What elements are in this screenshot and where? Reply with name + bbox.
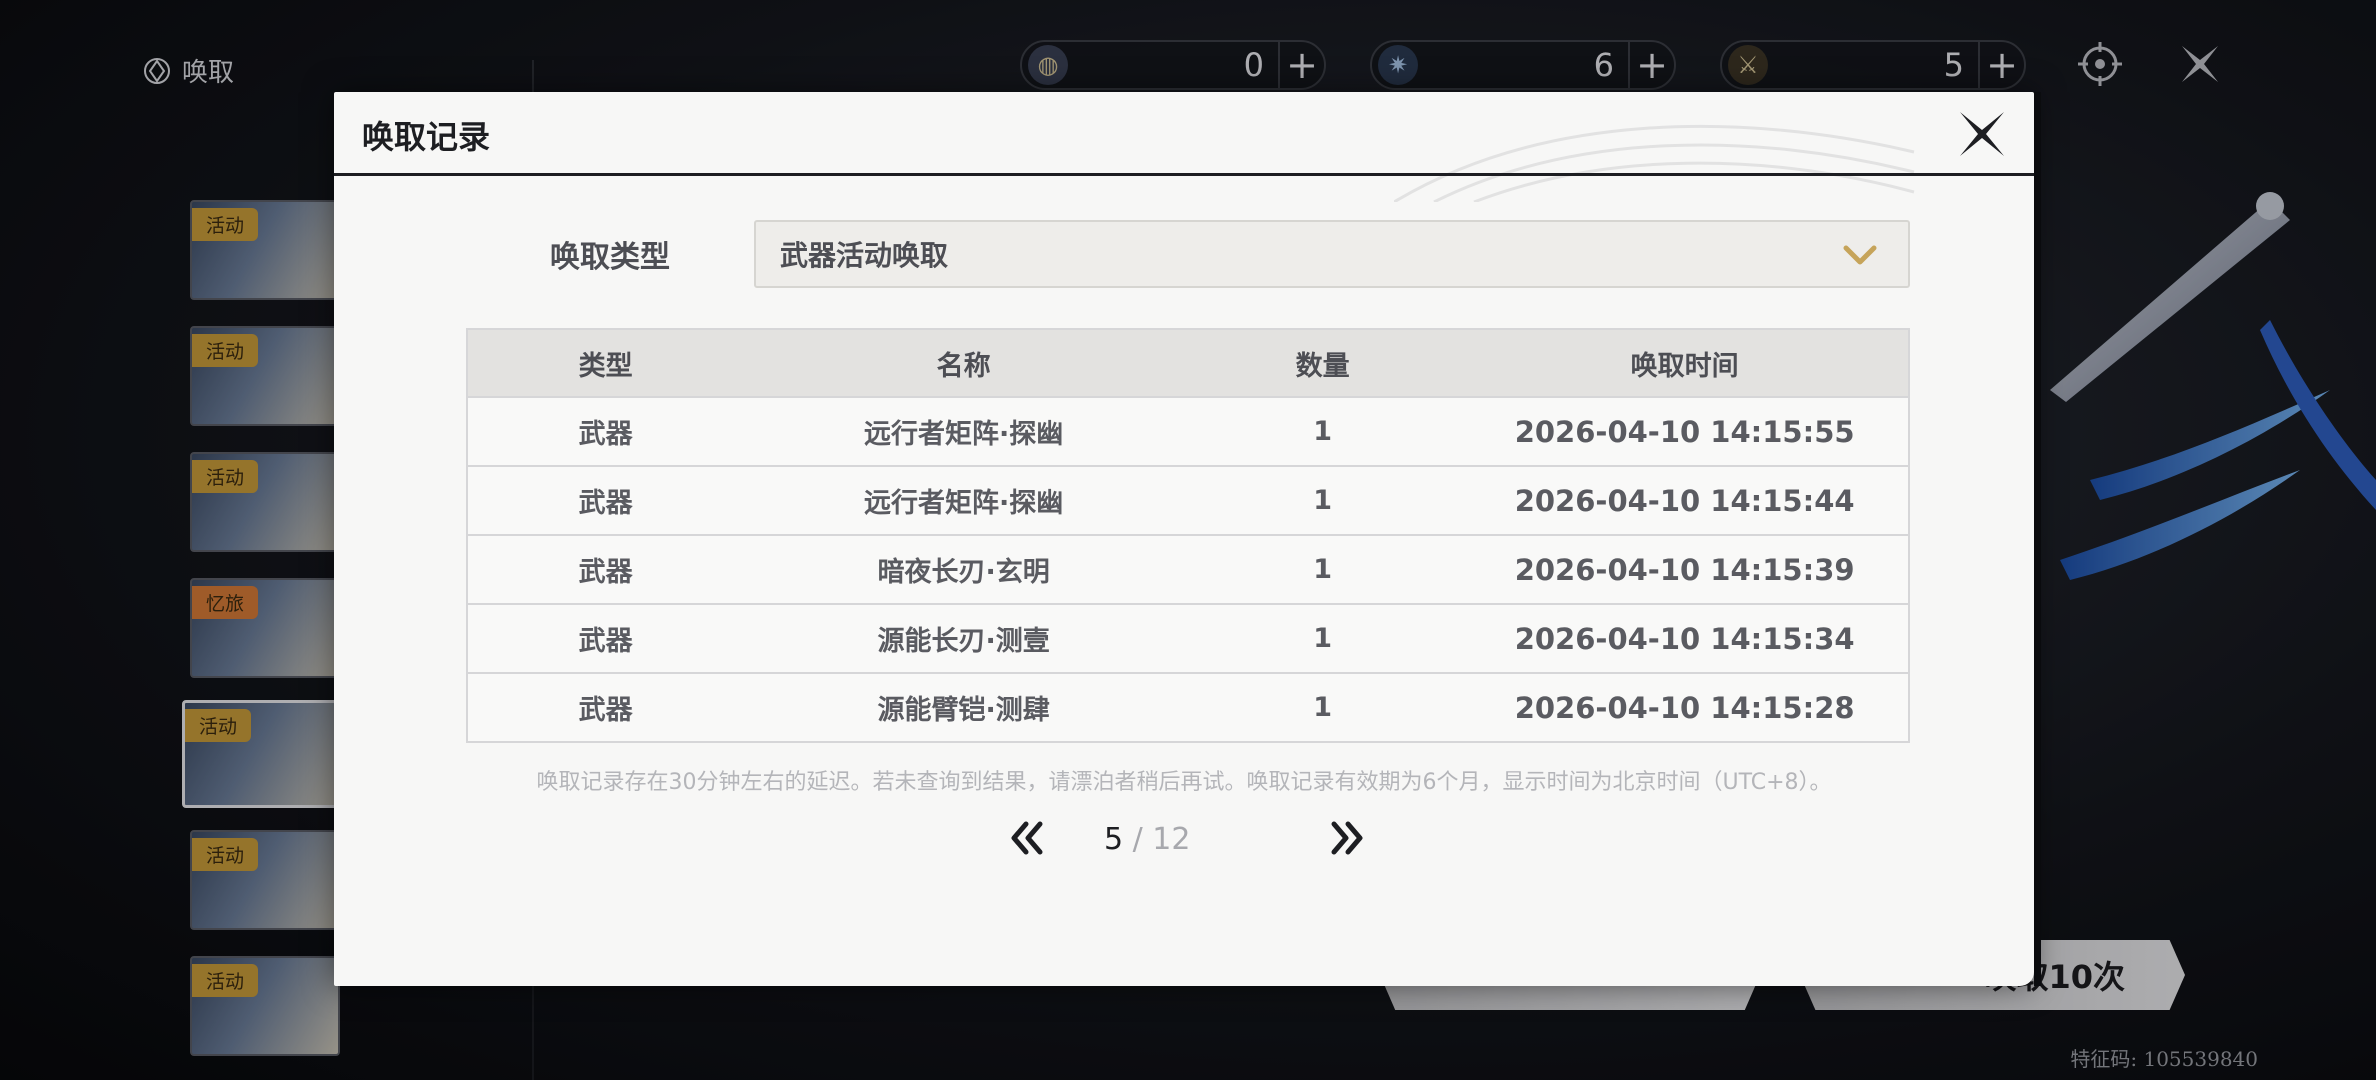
table-header: 类型 名称 数量 唤取时间 <box>468 330 1908 396</box>
convene-type-value: 武器活动唤取 <box>780 239 949 272</box>
close-button[interactable] <box>1954 106 2010 162</box>
cell-name: 远行者矩阵·探幽 <box>863 419 1064 450</box>
cell-type: 武器 <box>578 419 633 450</box>
pagination: 5 / 12 <box>334 814 2034 864</box>
cell-name: 远行者矩阵·探幽 <box>863 488 1064 519</box>
cell-name: 暗夜长刃·玄明 <box>877 557 1050 588</box>
current-page: 5 <box>1104 822 1124 857</box>
table-row: 武器 源能臂铠·测肆 1 2026-04-10 14:15:28 <box>468 672 1908 741</box>
cell-time: 2026-04-10 14:15:34 <box>1514 621 1855 656</box>
table-row: 武器 源能长刃·测壹 1 2026-04-10 14:15:34 <box>468 603 1908 672</box>
double-chevron-left-icon <box>1011 821 1043 855</box>
convene-type-label: 唤取类型 <box>550 240 670 275</box>
cell-quantity: 1 <box>1313 692 1333 723</box>
cell-time: 2026-04-10 14:15:55 <box>1514 414 1855 449</box>
next-page-button[interactable] <box>1324 818 1368 858</box>
cell-time: 2026-04-10 14:15:28 <box>1514 690 1855 725</box>
page-indicator: 5 / 12 <box>1104 822 1264 857</box>
cell-type: 武器 <box>578 626 633 657</box>
table-row: 武器 远行者矩阵·探幽 1 2026-04-10 14:15:44 <box>468 465 1908 534</box>
cell-type: 武器 <box>578 695 633 726</box>
previous-page-button[interactable] <box>1006 818 1050 858</box>
cell-time: 2026-04-10 14:15:39 <box>1514 552 1855 587</box>
double-chevron-right-icon <box>1331 821 1363 855</box>
dialog-header: 唤取记录 <box>334 92 2034 176</box>
cell-quantity: 1 <box>1313 623 1333 654</box>
cell-quantity: 1 <box>1313 485 1333 516</box>
dialog-title: 唤取记录 <box>362 118 491 156</box>
convene-history-dialog: 唤取记录 唤取类型 武器活动唤取 类型 名称 数量 唤取时间 武器 远行者矩阵·… <box>334 92 2034 986</box>
cell-type: 武器 <box>578 488 633 519</box>
chevron-down-icon <box>1843 245 1877 265</box>
cell-quantity: 1 <box>1313 416 1333 447</box>
delay-notice: 唤取记录存在30分钟左右的延迟。若未查询到结果，请漂泊者稍后再试。唤取记录有效期… <box>536 770 1832 795</box>
column-header-time: 唤取时间 <box>1630 350 1739 382</box>
cell-type: 武器 <box>578 557 633 588</box>
table-row: 武器 远行者矩阵·探幽 1 2026-04-10 14:15:55 <box>468 396 1908 465</box>
convene-type-dropdown[interactable]: 武器活动唤取 <box>754 220 1910 288</box>
modal-edge <box>2034 92 2041 986</box>
cell-name: 源能臂铠·测肆 <box>877 695 1050 726</box>
total-pages: 12 <box>1152 822 1191 857</box>
column-header-quantity: 数量 <box>1295 350 1350 382</box>
cell-quantity: 1 <box>1313 554 1333 585</box>
cell-time: 2026-04-10 14:15:44 <box>1514 483 1855 518</box>
table-row: 武器 暗夜长刃·玄明 1 2026-04-10 14:15:39 <box>468 534 1908 603</box>
cell-name: 源能长刃·测壹 <box>877 626 1050 657</box>
history-table: 类型 名称 数量 唤取时间 武器 远行者矩阵·探幽 1 2026-04-10 1… <box>466 328 1910 743</box>
column-header-name: 名称 <box>936 350 991 382</box>
page-separator: / <box>1132 822 1143 857</box>
column-header-type: 类型 <box>578 350 633 382</box>
close-icon <box>1960 112 2004 156</box>
